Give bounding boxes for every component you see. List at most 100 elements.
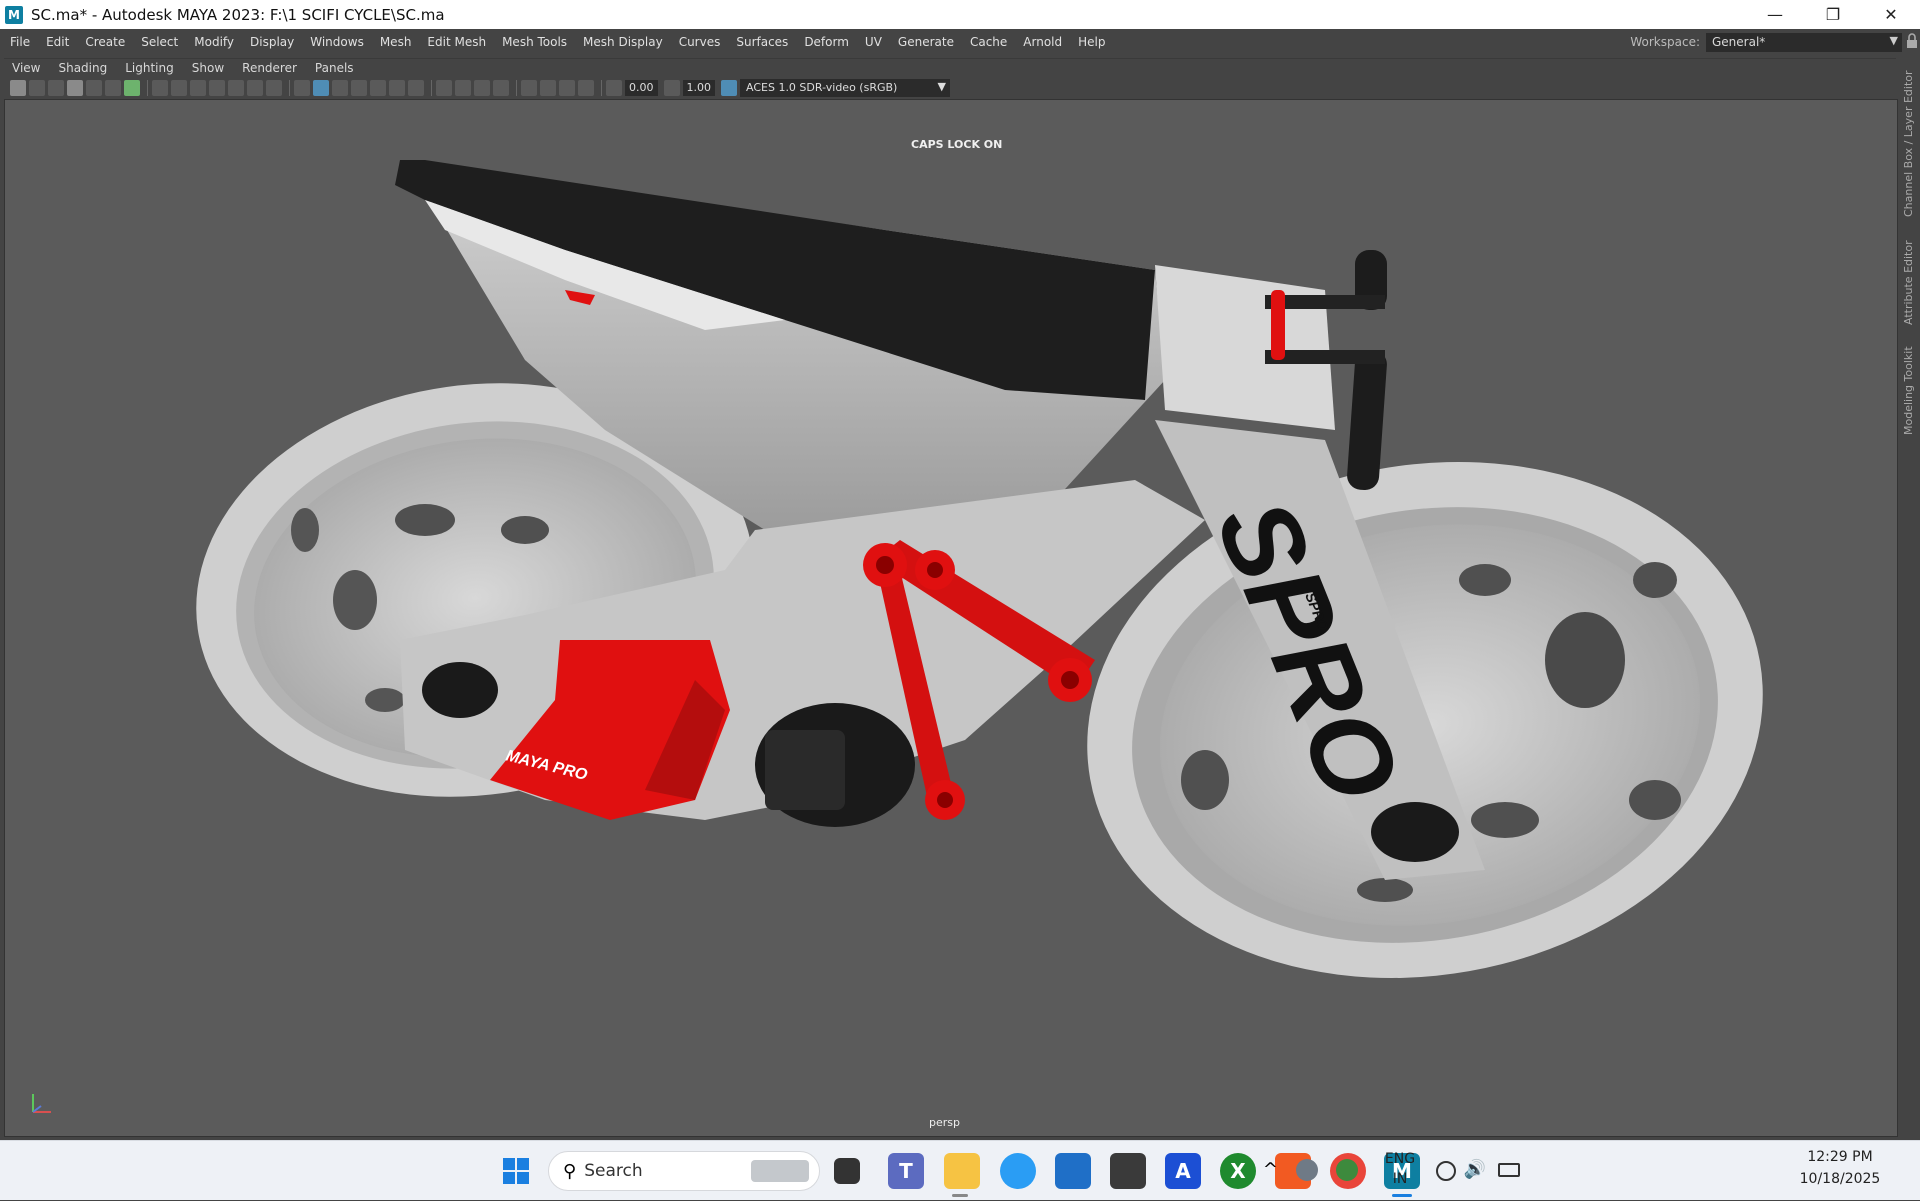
search-placeholder: Search — [584, 1161, 643, 1181]
network-icon[interactable] — [1436, 1161, 1456, 1181]
menu-surfaces[interactable]: Surfaces — [728, 35, 796, 49]
smooth-shade-icon[interactable] — [313, 80, 329, 96]
menu-deform[interactable]: Deform — [796, 35, 857, 49]
menu-windows[interactable]: Windows — [302, 35, 372, 49]
channel-box-tab[interactable]: Channel Box / Layer Editor — [1902, 67, 1918, 217]
safe-title-icon[interactable] — [266, 80, 282, 96]
menu-mesh[interactable]: Mesh — [372, 35, 420, 49]
caps-lock-indicator: CAPS LOCK ON — [911, 138, 1003, 151]
volume-icon[interactable]: 🔊 — [1464, 1159, 1486, 1180]
xray-icon[interactable] — [540, 80, 556, 96]
perspective-viewport[interactable]: SPRO SPRO MAYA PRO CAPS LOCK ON persp — [4, 99, 1898, 1137]
textured-icon[interactable] — [370, 80, 386, 96]
image-plane-icon[interactable] — [67, 80, 83, 96]
menu-cache[interactable]: Cache — [962, 35, 1015, 49]
autodesk-icon[interactable]: A — [1165, 1153, 1201, 1189]
field-chart-icon[interactable] — [228, 80, 244, 96]
gamma-field[interactable]: 1.00 — [682, 80, 715, 96]
ambient-occlusion-icon[interactable] — [436, 80, 452, 96]
xray-joints-icon[interactable] — [578, 80, 594, 96]
color-management-icon[interactable] — [721, 80, 737, 96]
use-all-lights-icon[interactable] — [389, 80, 405, 96]
panel-menu-lighting[interactable]: Lighting — [116, 61, 183, 75]
panel-menu-shading[interactable]: Shading — [49, 61, 116, 75]
close-button[interactable]: ✕ — [1862, 0, 1920, 29]
safe-action-icon[interactable] — [247, 80, 263, 96]
search-icon: ⚲ — [563, 1160, 577, 1182]
camera-attributes-icon[interactable] — [29, 80, 45, 96]
menu-file[interactable]: File — [0, 35, 38, 49]
gamma-icon[interactable] — [663, 80, 680, 96]
shadows-icon[interactable] — [408, 80, 424, 96]
anti-aliasing-icon[interactable] — [474, 80, 490, 96]
panel-menu-show[interactable]: Show — [183, 61, 233, 75]
chevron-up-icon[interactable]: ^ — [1263, 1159, 1278, 1180]
menu-modify[interactable]: Modify — [186, 35, 242, 49]
2d-pan-zoom-icon[interactable] — [86, 80, 102, 96]
lock-icon[interactable] — [1906, 33, 1918, 49]
file-explorer-icon[interactable] — [944, 1153, 980, 1189]
battery-icon[interactable] — [1498, 1163, 1520, 1177]
attribute-editor-tab[interactable]: Attribute Editor — [1902, 235, 1918, 325]
xbox-icon[interactable]: X — [1220, 1153, 1256, 1189]
store-icon[interactable] — [1055, 1153, 1091, 1189]
menu-help[interactable]: Help — [1070, 35, 1113, 49]
sync-icon[interactable] — [1336, 1159, 1358, 1181]
menu-create[interactable]: Create — [77, 35, 133, 49]
menu-curves[interactable]: Curves — [671, 35, 729, 49]
menu-select[interactable]: Select — [133, 35, 186, 49]
menu-arnold[interactable]: Arnold — [1015, 35, 1070, 49]
grid-icon[interactable] — [152, 80, 168, 96]
menu-generate[interactable]: Generate — [890, 35, 962, 49]
wireframe-on-shaded-icon[interactable] — [351, 80, 367, 96]
grid-toggle-icon[interactable] — [124, 80, 140, 96]
taskbar-search[interactable]: ⚲ Search — [548, 1151, 820, 1191]
minimize-button[interactable]: — — [1746, 0, 1804, 29]
chevron-down-icon: ▼ — [1889, 33, 1898, 47]
edge-icon[interactable] — [1000, 1153, 1036, 1189]
view-transform-dropdown[interactable]: ACES 1.0 SDR-video (sRGB) ▼ — [740, 79, 950, 97]
workspace-label: Workspace: — [1630, 35, 1700, 49]
language-bottom[interactable]: IN — [1380, 1171, 1420, 1187]
depth-of-field-icon[interactable] — [493, 80, 509, 96]
panel-menu-view[interactable]: View — [4, 61, 49, 75]
isolate-select-icon[interactable] — [521, 80, 537, 96]
onedrive-icon[interactable] — [1296, 1159, 1318, 1181]
menu-mesh-tools[interactable]: Mesh Tools — [494, 35, 575, 49]
workspace-dropdown[interactable]: General* ▼ — [1706, 32, 1902, 52]
menu-mesh-display[interactable]: Mesh Display — [575, 35, 671, 49]
teams-icon[interactable]: T — [888, 1153, 924, 1189]
menu-display[interactable]: Display — [242, 35, 302, 49]
panel-menu-renderer[interactable]: Renderer — [233, 61, 306, 75]
default-material-icon[interactable] — [332, 80, 348, 96]
panel-toolbar: 0.00 1.00 ACES 1.0 SDR-video (sRGB) ▼ — [4, 77, 1896, 99]
clock-time[interactable]: 12:29 PM — [1780, 1149, 1900, 1165]
chevron-down-icon: ▼ — [937, 80, 946, 93]
toolbar-divider — [431, 80, 432, 96]
exposure-field[interactable]: 0.00 — [625, 80, 658, 96]
motion-blur-icon[interactable] — [455, 80, 471, 96]
exposure-icon[interactable] — [606, 80, 622, 96]
grease-pencil-icon[interactable] — [105, 80, 121, 96]
restore-button[interactable]: ❐ — [1804, 0, 1862, 29]
view-axis-icon — [25, 1090, 55, 1120]
unity-icon[interactable] — [1110, 1153, 1146, 1189]
resolution-gate-icon[interactable] — [190, 80, 206, 96]
wireframe-icon[interactable] — [294, 80, 310, 96]
menu-uv[interactable]: UV — [857, 35, 890, 49]
xray-active-components-icon[interactable] — [559, 80, 575, 96]
clock-date[interactable]: 10/18/2025 — [1780, 1171, 1900, 1187]
camera-icon[interactable] — [10, 80, 26, 96]
task-view-icon[interactable] — [834, 1158, 860, 1184]
panel-menu-panels[interactable]: Panels — [306, 61, 363, 75]
toolbar-divider — [516, 80, 517, 96]
gate-mask-icon[interactable] — [209, 80, 225, 96]
bookmark-icon[interactable] — [48, 80, 64, 96]
modeling-toolkit-tab[interactable]: Modeling Toolkit — [1902, 345, 1918, 435]
workspace-selector: Workspace: General* ▼ — [1630, 32, 1902, 52]
windows-start-icon[interactable] — [498, 1153, 534, 1189]
film-gate-icon[interactable] — [171, 80, 187, 96]
language-top[interactable]: ENG — [1380, 1151, 1420, 1167]
menu-edit-mesh[interactable]: Edit Mesh — [419, 35, 494, 49]
menu-edit[interactable]: Edit — [38, 35, 77, 49]
